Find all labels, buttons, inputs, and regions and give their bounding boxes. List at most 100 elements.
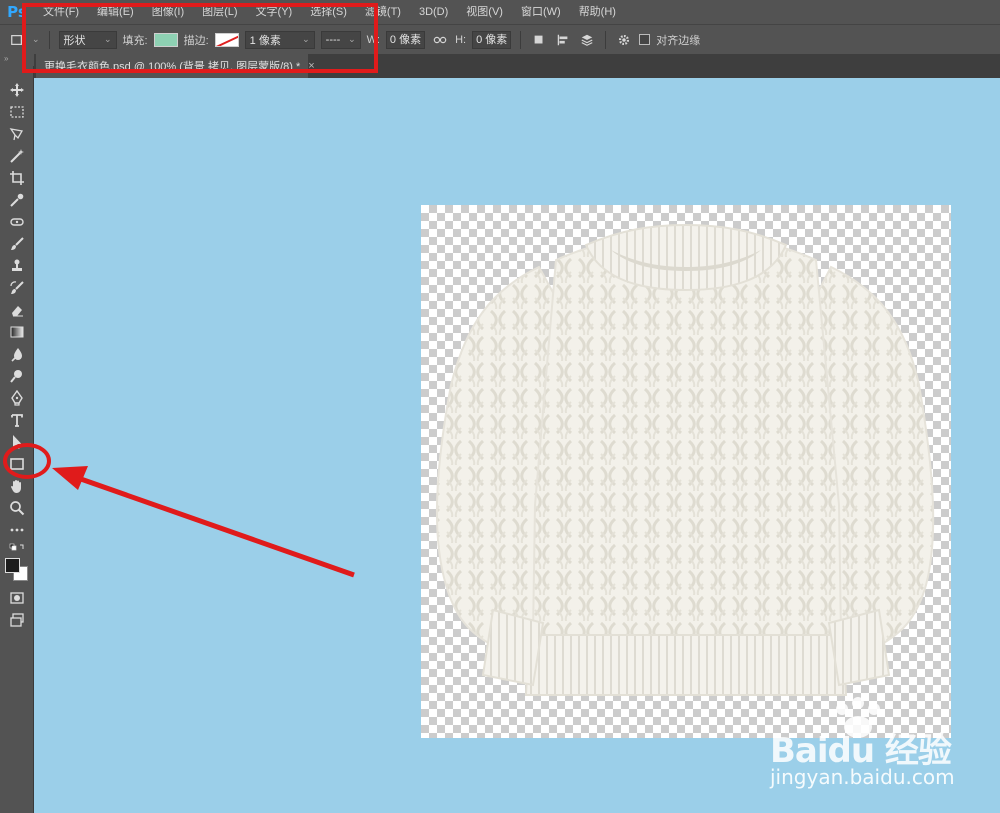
gear-icon [619,34,630,45]
quick-mask-button[interactable] [6,588,28,608]
blur-drop-icon [11,348,22,362]
default-swap-colors[interactable] [6,542,28,554]
more-tools-button[interactable] [6,520,28,540]
path-arrangement-button[interactable] [578,31,596,49]
menu-file[interactable]: 文件(F) [34,0,88,24]
chevron-down-icon: ⌄ [302,34,310,44]
menu-3d[interactable]: 3D(D) [410,0,457,24]
ellipsis-icon [10,528,24,532]
chevron-down-icon: ⌄ [104,34,112,44]
path-selection-tool[interactable] [6,432,28,452]
tool-mode-value: 形状 [63,34,86,47]
healing-brush-tool[interactable] [6,212,28,232]
rectangular-marquee-icon [10,106,24,118]
height-input[interactable]: 0 像素 [472,30,512,49]
stroke-width-select[interactable]: 1 像素 ⌄ [244,30,315,49]
eraser-icon [12,306,23,317]
blur-tool[interactable] [6,344,28,364]
path-alignment-icon [558,34,568,45]
menu-help[interactable]: 帮助(H) [570,0,625,24]
crop-icon [10,171,24,185]
menu-view[interactable]: 视图(V) [457,0,512,24]
menu-window[interactable]: 窗口(W) [512,0,570,24]
options-separator [48,30,50,49]
options-separator [605,30,607,49]
bandage-icon [10,218,24,226]
menu-layer[interactable]: 图层(L) [193,0,246,24]
stamp-icon [12,259,22,271]
link-icon [433,36,447,43]
options-bar: ⌄ 形状 ⌄ 填充: 描边: 1 像素 ⌄ ---- ⌄ W: 0 像素 H: … [0,24,1000,54]
color-swatches[interactable] [3,556,29,584]
pen-tool[interactable] [6,388,28,408]
path-operations-button[interactable] [530,31,548,49]
move-tool[interactable] [6,80,28,100]
photoshop-logo: Ps [7,3,27,21]
rectangle-tool-icon [11,34,22,45]
menu-edit[interactable]: 编辑(E) [88,0,143,24]
chevron-down-icon: ⌄ [348,34,356,44]
type-icon [11,414,23,427]
magic-wand-icon [10,149,24,163]
close-tab-icon[interactable]: × [308,60,314,72]
align-edges-label: 对齐边缘 [656,34,701,47]
height-label: H: [455,33,467,46]
rectangle-tool[interactable] [6,454,28,474]
stroke-color-swatch[interactable] [214,32,239,47]
brush-tool[interactable] [6,234,28,254]
eyedropper-icon [10,193,24,207]
width-input[interactable]: 0 像素 [385,30,426,49]
hand-tool[interactable] [6,476,28,496]
width-label: W: [366,33,380,46]
gradient-tool[interactable] [6,322,28,342]
marquee-tool[interactable] [6,102,28,122]
lasso-icon [9,128,24,141]
eraser-tool[interactable] [6,300,28,320]
menu-bar: Ps 文件(F) 编辑(E) 图像(I) 图层(L) 文字(Y) 选择(S) 滤… [0,0,1000,24]
hand-icon [11,480,21,493]
dodge-tool[interactable] [6,366,28,386]
brush-icon [11,237,24,250]
link-dimensions-button[interactable] [431,31,449,49]
path-alignment-button[interactable] [554,31,572,49]
dodge-icon [10,370,22,383]
menu-type[interactable]: 文字(Y) [247,0,302,24]
watermark-url: jingyan.baidu.com [770,765,955,789]
swap-colors-icon [9,543,24,551]
rectangle-shape-icon [10,458,24,470]
tool-mode-select[interactable]: 形状 ⌄ [58,30,117,49]
document-tab[interactable]: 更换毛衣颜色.psd @ 100% (背景 拷贝, 图层蒙版/8) * × [36,54,315,78]
crop-tool[interactable] [6,168,28,188]
fill-label: 填充: [122,34,148,47]
stroke-label: 描边: [183,34,209,47]
stroke-width-value: 1 像素 [249,34,281,47]
menu-select[interactable]: 选择(S) [301,0,356,24]
menu-image[interactable]: 图像(I) [143,0,193,24]
screen-mode-button[interactable] [6,610,28,630]
preset-chevron-icon[interactable]: ⌄ [32,34,40,45]
document-canvas[interactable] [421,205,951,738]
history-brush-tool[interactable] [6,278,28,298]
geometry-options-button[interactable] [615,31,633,49]
lasso-tool[interactable] [6,124,28,144]
tools-panel [0,66,34,813]
document-tab-bar: 更换毛衣颜色.psd @ 100% (背景 拷贝, 图层蒙版/8) * × [34,54,1000,78]
zoom-tool[interactable] [6,498,28,518]
magnifier-icon [10,501,25,516]
magic-wand-tool[interactable] [6,146,28,166]
expand-panels-icon[interactable]: » [0,54,34,66]
options-separator [520,30,522,49]
clone-stamp-tool[interactable] [6,256,28,276]
eyedropper-tool[interactable] [6,190,28,210]
align-edges-checkbox[interactable] [639,34,651,45]
gradient-icon [10,326,24,338]
quick-mask-icon [10,592,24,604]
stroke-style-select[interactable]: ---- ⌄ [320,30,361,49]
screen-mode-icon [10,613,24,627]
foreground-color-swatch[interactable] [5,558,20,573]
type-tool[interactable] [6,410,28,430]
fill-color-swatch[interactable] [153,32,178,47]
history-brush-icon [10,281,24,294]
tool-preset-picker[interactable] [8,31,26,49]
menu-filter[interactable]: 滤镜(T) [356,0,410,24]
